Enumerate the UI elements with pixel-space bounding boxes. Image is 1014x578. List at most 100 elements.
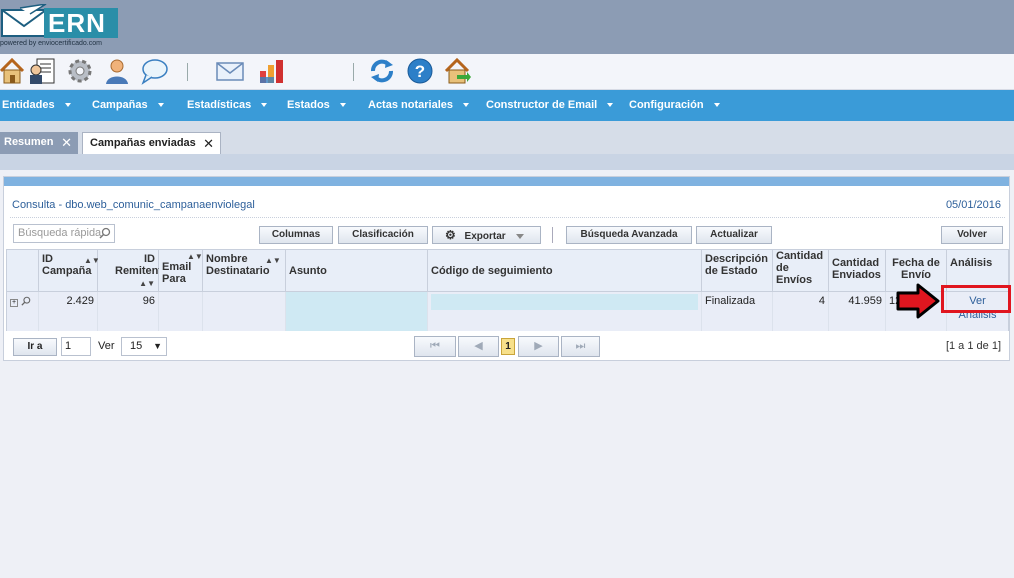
last-page-icon: ⏭ [575, 340, 586, 352]
page-number-input[interactable]: 1 [61, 337, 91, 356]
menu-label: Entidades [2, 99, 55, 111]
search-icon[interactable] [99, 227, 111, 239]
cell-codigo-seguimiento [428, 292, 702, 331]
tab-content-band [0, 154, 1014, 170]
menu-label: Estadísticas [187, 99, 252, 111]
cell-email-para [159, 292, 203, 331]
pager: Ir a 1 Ver 15 ▼ ⏮ ◀ 1 ▶ ⏭ [1 a 1 de 1] [4, 333, 1009, 361]
tab-campanas-enviadas[interactable]: Campañas enviadas ✕ [82, 132, 221, 154]
current-page[interactable]: 1 [501, 338, 515, 355]
tab-label: Resumen [4, 136, 54, 148]
chat-icon[interactable] [140, 57, 168, 85]
refresh-icon[interactable] [368, 57, 396, 85]
page-size-select[interactable]: 15 ▼ [121, 337, 167, 356]
user-icon[interactable] [103, 57, 131, 85]
column-header-cantidad-envios[interactable]: Cantidad de Envíos [773, 250, 829, 292]
menu-label: Configuración [629, 99, 704, 111]
first-page-button[interactable]: ⏮ [414, 336, 456, 357]
pager-summary: [1 a 1 de 1] [945, 340, 1001, 352]
column-header-cantidad-enviados[interactable]: Cantidad Enviados [829, 250, 886, 292]
chevron-down-icon [713, 103, 720, 108]
row-actions: + [7, 292, 39, 331]
prev-page-icon: ◀ [474, 340, 483, 352]
columns-button[interactable]: Columnas [259, 226, 333, 244]
close-icon[interactable]: ✕ [203, 133, 214, 154]
cell-id-remitente: 96 [98, 292, 159, 331]
column-header-email-para[interactable]: Email Para ▲▼ [159, 250, 203, 292]
column-label: ID Remitente [115, 253, 169, 277]
help-icon[interactable]: ? [406, 57, 434, 85]
close-icon[interactable]: ✕ [61, 132, 72, 153]
back-button[interactable]: Volver [941, 226, 1003, 244]
cell-nombre-destinatario [203, 292, 286, 331]
results-grid: ID Campaña ▲▼ ID Remitente ▲▼ Email Para… [6, 249, 1009, 331]
reports-icon[interactable] [28, 57, 56, 85]
column-header-id-remitente[interactable]: ID Remitente ▲▼ [98, 250, 169, 292]
arrow-right-icon [896, 283, 940, 319]
redacted-value [431, 294, 698, 310]
sort-icon[interactable]: ▲▼ [139, 278, 155, 290]
sort-icon[interactable]: ▲▼ [265, 255, 281, 267]
go-to-button[interactable]: Ir a [13, 338, 57, 356]
divider [10, 217, 1005, 218]
gear-icon: ⚙ [445, 228, 456, 242]
panel-title: Consulta - dbo.web_comunic_campanaenviol… [12, 199, 255, 211]
cell-asunto [286, 292, 428, 331]
gear-icon[interactable] [66, 57, 94, 85]
menu-label: Actas notariales [368, 99, 453, 111]
menu-constructor-email[interactable]: Constructor de Email [486, 90, 614, 121]
menu-label: Campañas [92, 99, 148, 111]
query-panel: Consulta - dbo.web_comunic_campanaenviol… [3, 176, 1010, 361]
menu-actas-notariales[interactable]: Actas notariales [368, 90, 469, 121]
first-page-icon: ⏮ [430, 340, 440, 352]
menu-label: Estados [287, 99, 330, 111]
main-menu: Entidades Campañas Estadísticas Estados … [0, 90, 1014, 121]
chevron-down-icon [64, 103, 71, 108]
sort-icon[interactable]: ▲▼ [187, 251, 203, 263]
advanced-search-button[interactable]: Búsqueda Avanzada [566, 226, 692, 244]
highlight-box [941, 285, 1011, 313]
tab-strip: Resumen ✕ Campañas enviadas ✕ [0, 121, 1014, 154]
cell-id-campana: 2.429 [39, 292, 98, 331]
column-header-id-campana[interactable]: ID Campaña ▲▼ [39, 250, 100, 292]
cell-descripcion-estado: Finalizada [702, 292, 773, 331]
menu-entidades[interactable]: Entidades [2, 90, 71, 121]
view-label: Ver [98, 340, 115, 352]
chevron-down-icon [516, 233, 525, 239]
next-page-button[interactable]: ▶ [518, 336, 559, 357]
cell-cantidad-envios: 4 [773, 292, 829, 331]
panel-date: 05/01/2016 [945, 199, 1001, 211]
toolbar-separator [552, 227, 553, 243]
menu-label: Constructor de Email [486, 99, 598, 111]
menu-campanas[interactable]: Campañas [92, 90, 164, 121]
column-header-asunto[interactable]: Asunto [286, 250, 428, 292]
chart-icon[interactable] [258, 57, 286, 85]
search-icon[interactable] [21, 296, 31, 306]
column-header-codigo-seguimiento[interactable]: Código de seguimiento [428, 250, 702, 292]
column-header-nombre-destinatario[interactable]: Nombre Destinatario ▲▼ [203, 250, 286, 292]
logo: ERN powered by enviocertificado.com [0, 4, 120, 50]
quick-search-input[interactable]: Búsqueda rápida [13, 224, 115, 243]
page-size-value: 15 [130, 340, 143, 352]
brand-name: ERN [44, 8, 118, 38]
envelope-logo-icon [1, 4, 47, 37]
chevron-down-icon: ▼ [153, 341, 162, 351]
prev-page-button[interactable]: ◀ [458, 336, 499, 357]
exit-icon[interactable] [443, 57, 471, 85]
tab-resumen[interactable]: Resumen ✕ [0, 132, 78, 154]
export-label: Exportar [464, 231, 506, 242]
home-icon[interactable] [0, 57, 26, 85]
menu-estados[interactable]: Estados [287, 90, 346, 121]
chevron-down-icon [261, 103, 268, 108]
refresh-button[interactable]: Actualizar [696, 226, 772, 244]
column-header-actions [7, 250, 39, 292]
last-page-button[interactable]: ⏭ [561, 336, 600, 357]
classification-button[interactable]: Clasificación [338, 226, 428, 244]
mail-icon[interactable] [216, 57, 244, 85]
menu-configuracion[interactable]: Configuración [629, 90, 720, 121]
expand-icon[interactable]: + [10, 299, 18, 307]
menu-estadisticas[interactable]: Estadísticas [187, 90, 268, 121]
chevron-down-icon [607, 103, 614, 108]
column-header-descripcion-estado[interactable]: Descripción de Estado [702, 250, 773, 292]
export-button[interactable]: ⚙ Exportar [432, 226, 541, 244]
